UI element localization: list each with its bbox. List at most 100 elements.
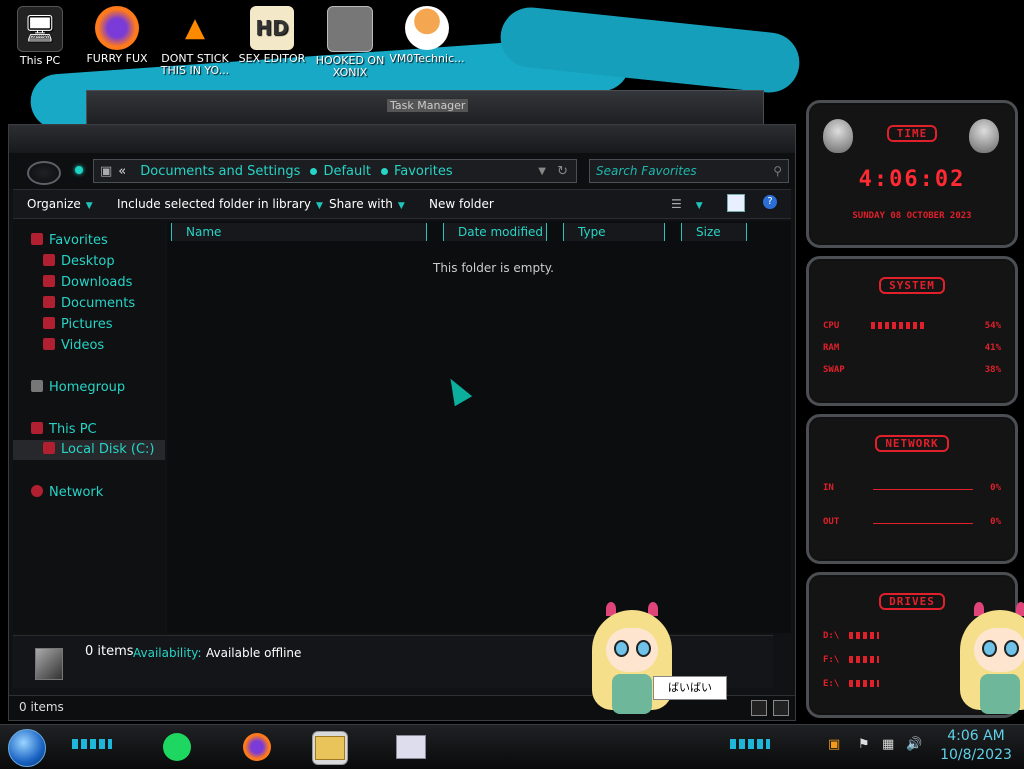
column-header-size[interactable]: Size [681,223,747,241]
flag-icon[interactable]: ⚑ [858,737,870,752]
sidebar-item-pictures[interactable]: Pictures [43,317,112,332]
details-item-count: 0 items [85,644,134,659]
sidebar-item-documents[interactable]: Documents [43,296,135,311]
sidebar-label: Videos [61,338,105,353]
eye-shape [1004,640,1019,657]
search-icon[interactable]: ⚲ [773,164,782,178]
share-label: Share with [329,197,393,211]
column-header-date-modified[interactable]: Date modified [443,223,547,241]
crumb-documents-and-settings[interactable]: Documents and Settings [140,164,300,179]
preview-pane-button[interactable] [727,194,745,212]
desktop-icon-xonix[interactable]: HOOKED ON XONIX [312,6,388,79]
tray-app-icon[interactable]: ▣ [828,737,840,752]
network-in-graph [873,475,973,490]
taskbar-clock[interactable]: 4:06 AM 10/8/2023 [934,727,1018,765]
drive-bar [849,632,879,639]
drive-icon [43,442,55,454]
sidebar-item-downloads[interactable]: Downloads [43,275,132,290]
network-out-graph [873,509,973,524]
column-label: Date modified [458,225,544,239]
details-view-icon[interactable] [751,700,767,716]
sidebar-item-videos[interactable]: Videos [43,338,104,353]
sidebar-item-local-disk[interactable]: Local Disk (C:) [13,440,165,460]
taskbar-app-task-manager[interactable] [394,731,428,763]
start-button[interactable] [8,729,46,767]
system-gadget[interactable]: SYSTEM CPU 54% RAM 41% SWAP 38% [806,256,1018,406]
desktop-icon-hex-editor[interactable]: HD SEX EDITOR [234,6,310,65]
doctor-icon [405,6,449,50]
taskbar-app-spotify[interactable] [160,731,194,763]
address-bar[interactable]: ▣ « Documents and Settings Default Favor… [93,159,577,183]
desktop-icon-firefox[interactable]: FURRY FUX [79,6,155,65]
view-list-icon: ☰ [671,197,682,211]
taskbar-decoration [730,739,770,749]
back-button[interactable] [27,161,61,185]
column-header-type[interactable]: Type [563,223,665,241]
taskbar-app-file-explorer[interactable] [312,731,348,765]
volume-icon[interactable]: 🔊 [906,737,922,752]
homegroup-icon [31,380,43,392]
network-icon[interactable]: ▦ [882,737,894,752]
row-label: OUT [823,517,840,527]
column-header-name[interactable]: Name [171,223,427,241]
task-manager-icon [396,735,426,759]
row-label: F:\ [823,655,840,665]
hex-editor-icon: HD [250,6,294,50]
sidebar-item-this-pc[interactable]: This PC [31,422,97,437]
window-titlebar[interactable] [9,125,795,154]
address-overflow[interactable]: « [118,164,126,179]
taskbar-decoration [72,739,112,749]
new-folder-button[interactable]: New folder [429,197,494,211]
taskbar-app-firefox[interactable] [240,731,274,763]
new-folder-label: New folder [429,197,494,211]
drive-bar [849,656,879,663]
desktop-icon-label: This PC [19,54,61,67]
network-gadget[interactable]: NETWORK IN 0% OUT 0% [806,414,1018,564]
organize-button[interactable]: Organize ▼ [27,197,93,211]
time-gadget[interactable]: TIME 4:06:02 SUNDAY 08 OCTOBER 2023 [806,100,1018,248]
availability-value: Available offline [206,646,302,660]
sidebar-item-desktop[interactable]: Desktop [43,254,115,269]
row-label: IN [823,483,834,493]
cpu-bar [871,322,927,329]
include-in-library-button[interactable]: Include selected folder in library ▼ [117,197,323,211]
refresh-icon[interactable]: ↻ [557,164,568,179]
network-icon [31,485,43,497]
large-icons-view-icon[interactable] [773,700,789,716]
crumb-separator[interactable] [380,167,388,175]
row-label: D:\ [823,631,840,641]
desktop-icon-vlc[interactable]: ▲ DONT STICK THIS IN YO... [157,6,233,77]
computer-icon: 🖥 [17,6,63,52]
forward-button[interactable] [75,166,83,174]
desktop-icon-vm0technic[interactable]: VM0Technic... [389,6,465,65]
sidebar-label: Documents [61,296,136,311]
desktop-icon-label: FURRY FUX [86,52,148,65]
sidebar-item-homegroup[interactable]: Homegroup [31,380,125,395]
speech-bubble: ばいばい [653,676,727,700]
desktop-icon-label: SEX EDITOR [238,52,306,65]
game-icon [327,6,373,52]
status-item-count: 0 items [19,700,64,714]
sidebar-item-network[interactable]: Network [31,485,103,500]
gadget-date: SUNDAY 08 OCTOBER 2023 [852,211,972,221]
gadget-clock: 4:06:02 [858,167,966,192]
crumb-separator[interactable] [310,167,318,175]
view-options-button[interactable]: ☰ ▼ [671,197,703,211]
chevron-down-icon: ▼ [397,201,405,211]
share-with-button[interactable]: Share with ▼ [329,197,405,211]
row-value: 54% [984,321,1001,331]
file-list[interactable]: Name Date modified Type Size This folder… [167,221,791,633]
eye-shape [982,640,997,657]
desktop-icon-this-pc[interactable]: 🖥 This PC [2,6,78,67]
sidebar-item-favorites[interactable]: Favorites [31,233,108,248]
gadget-title: NETWORK [875,435,949,452]
folder-icon: ▣ [100,163,113,179]
crumb-default[interactable]: Default [323,164,371,179]
explorer-window[interactable]: ▣ « Documents and Settings Default Favor… [8,124,796,721]
crumb-favorites[interactable]: Favorites [394,164,453,179]
help-icon[interactable]: ? [763,195,777,209]
chevron-down-icon[interactable]: ▼ [538,166,546,177]
task-manager-window[interactable]: Task Manager [86,90,764,128]
sidebar-label: Network [49,485,104,500]
search-input[interactable]: Search Favorites ⚲ [589,159,789,183]
